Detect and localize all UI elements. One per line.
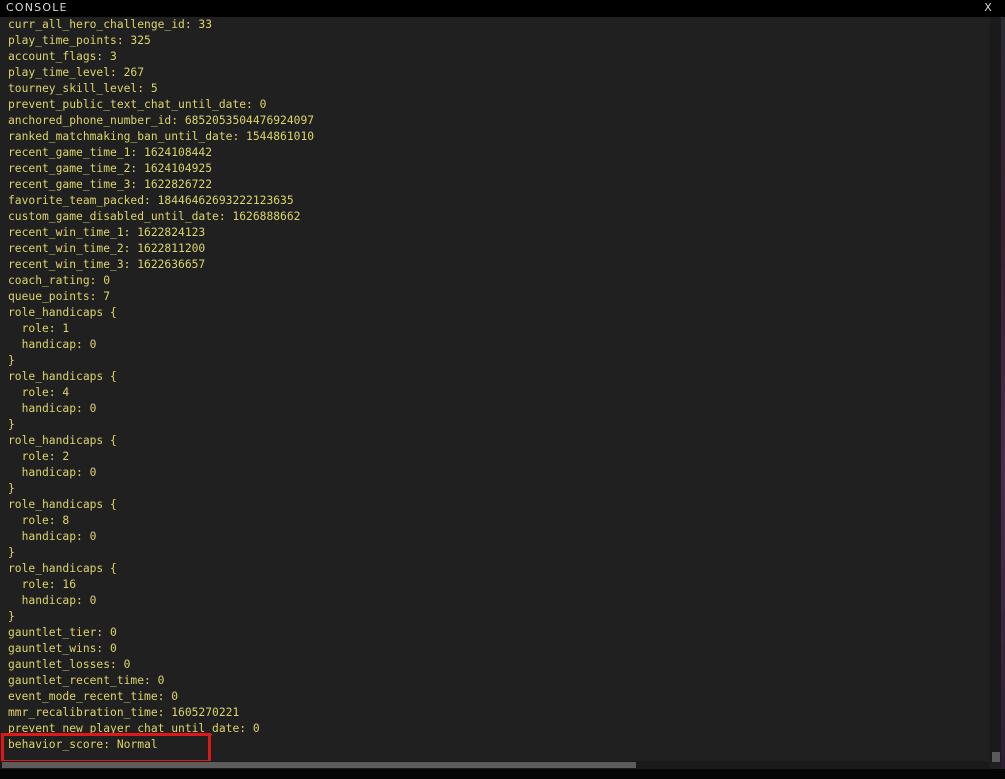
console-line: role_handicaps { bbox=[8, 370, 117, 383]
console-line: role_handicaps { bbox=[8, 306, 117, 319]
console-line: recent_win_time_3: 1622636657 bbox=[8, 258, 206, 271]
console-line: anchored_phone_number_id: 68520535044769… bbox=[8, 114, 315, 127]
console-line: handicap: 0 bbox=[8, 466, 97, 479]
console-output[interactable]: curr_all_hero_challenge_id: 33 play_time… bbox=[0, 17, 990, 761]
console-line: recent_game_time_3: 1622826722 bbox=[8, 178, 213, 191]
console-line: role: 8 bbox=[8, 514, 70, 527]
console-line: } bbox=[8, 482, 15, 495]
console-line: prevent_public_text_chat_until_date: 0 bbox=[8, 98, 267, 111]
console-line: recent_game_time_2: 1624104925 bbox=[8, 162, 213, 175]
console-line: play_time_level: 267 bbox=[8, 66, 145, 79]
console-line: } bbox=[8, 610, 15, 623]
console-line: mmr_recalibration_time: 1605270221 bbox=[8, 706, 240, 719]
console-line: account_flags: 3 bbox=[8, 50, 117, 63]
console-line: favorite_team_packed: 184464626932221236… bbox=[8, 194, 294, 207]
console-line: role: 4 bbox=[8, 386, 70, 399]
horizontal-scrollbar-thumb[interactable] bbox=[2, 762, 636, 768]
console-line: role: 2 bbox=[8, 450, 70, 463]
bottom-strip bbox=[0, 769, 1005, 779]
console-line: handicap: 0 bbox=[8, 402, 97, 415]
console-line: tourney_skill_level: 5 bbox=[8, 82, 158, 95]
console-line: behavior_score: Normal bbox=[8, 738, 158, 751]
console-line: } bbox=[8, 418, 15, 431]
console-line: } bbox=[8, 354, 15, 367]
window-title: CONSOLE bbox=[6, 1, 68, 14]
console-line: prevent_new_player_chat_until_date: 0 bbox=[8, 722, 260, 735]
console-window: CONSOLE X curr_all_hero_challenge_id: 33… bbox=[0, 0, 1005, 779]
console-line: custom_game_disabled_until_date: 1626888… bbox=[8, 210, 301, 223]
console-line: recent_win_time_2: 1622811200 bbox=[8, 242, 206, 255]
console-line: role_handicaps { bbox=[8, 562, 117, 575]
console-line: role_handicaps { bbox=[8, 434, 117, 447]
console-line: handicap: 0 bbox=[8, 338, 97, 351]
console-line: queue_points: 7 bbox=[8, 290, 111, 303]
console-line: role: 16 bbox=[8, 578, 77, 591]
console-line: role: 1 bbox=[8, 322, 70, 335]
console-line: ranked_matchmaking_ban_until_date: 15448… bbox=[8, 130, 315, 143]
console-line: gauntlet_wins: 0 bbox=[8, 642, 117, 655]
console-line: handicap: 0 bbox=[8, 530, 97, 543]
console-line: play_time_points: 325 bbox=[8, 34, 151, 47]
console-line: event_mode_recent_time: 0 bbox=[8, 690, 179, 703]
console-line: coach_rating: 0 bbox=[8, 274, 111, 287]
console-line-behavior-score bbox=[8, 753, 990, 761]
console-line: gauntlet_recent_time: 0 bbox=[8, 674, 165, 687]
console-line: curr_all_hero_challenge_id: 33 bbox=[8, 18, 213, 31]
console-line: gauntlet_tier: 0 bbox=[8, 626, 117, 639]
console-line: } bbox=[8, 546, 15, 559]
console-line: recent_win_time_1: 1622824123 bbox=[8, 226, 206, 239]
console-line: handicap: 0 bbox=[8, 594, 97, 607]
console-line: recent_game_time_1: 1624108442 bbox=[8, 146, 213, 159]
vertical-scrollbar[interactable] bbox=[990, 17, 1001, 761]
close-button[interactable]: X bbox=[984, 1, 993, 14]
background-edge bbox=[1001, 17, 1005, 769]
title-bar: CONSOLE X bbox=[0, 0, 1005, 17]
console-line: gauntlet_losses: 0 bbox=[8, 658, 131, 671]
vertical-scrollbar-thumb[interactable] bbox=[992, 752, 1000, 762]
console-line: role_handicaps { bbox=[8, 498, 117, 511]
